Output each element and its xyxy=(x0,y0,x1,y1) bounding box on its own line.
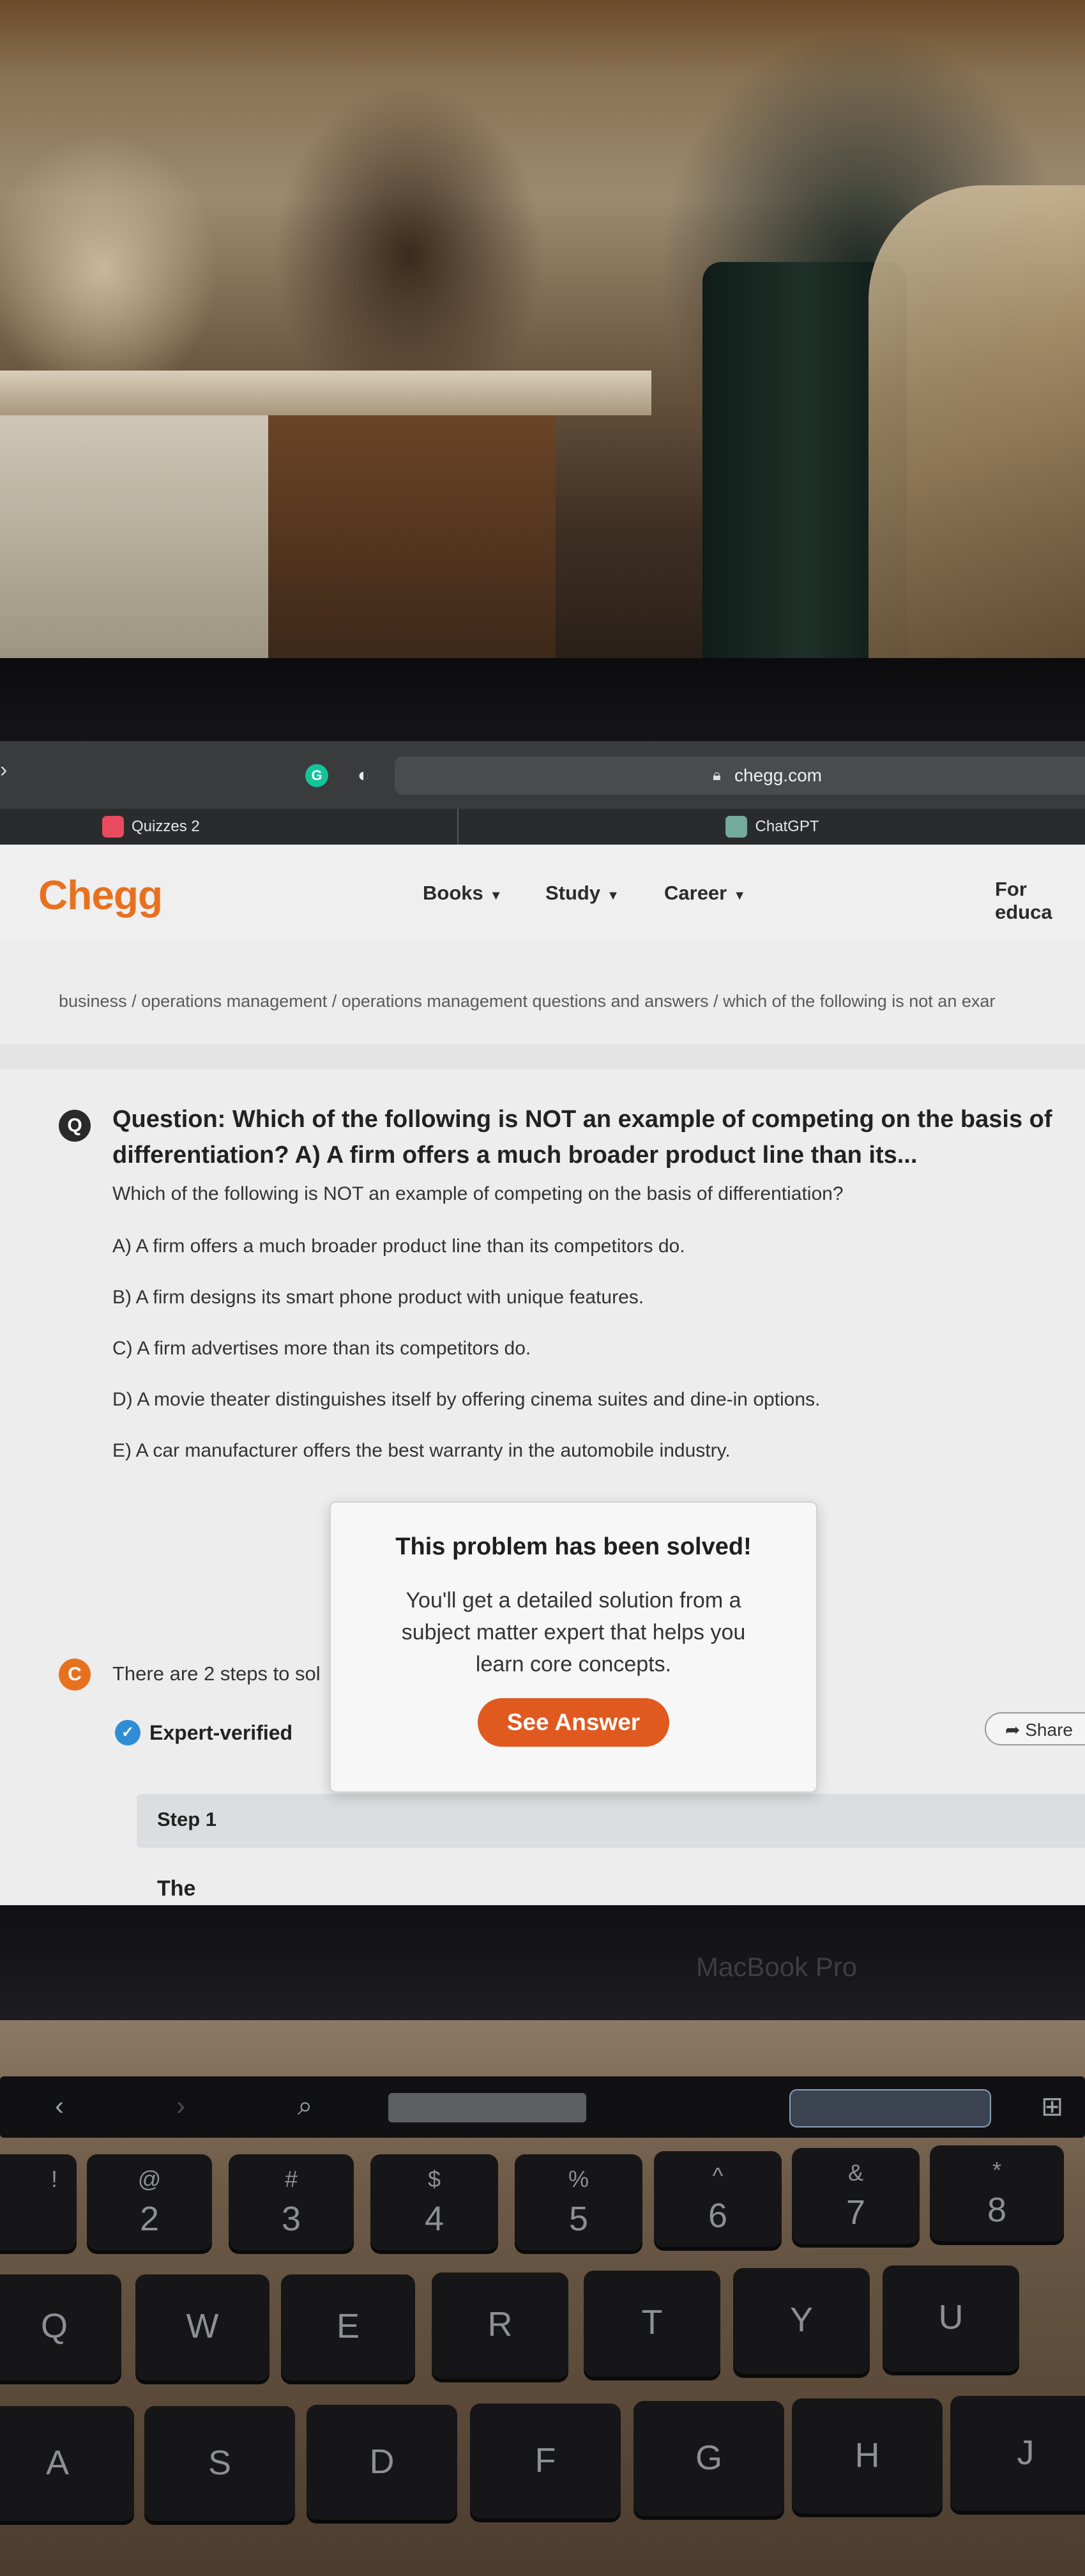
chegg-answer-badge-icon: C xyxy=(59,1659,91,1690)
verified-check-icon: ✓ xyxy=(115,1720,140,1745)
chatgpt-favicon-icon xyxy=(725,816,748,838)
forward-arrow-icon[interactable]: › xyxy=(176,2090,185,2121)
back-arrow-icon[interactable]: ‹ xyxy=(55,2090,64,2121)
caret-down-icon: ▼ xyxy=(607,889,619,903)
laptop-top-bezel xyxy=(0,658,1085,741)
share-icon: ➦ xyxy=(1005,1720,1026,1740)
key-f[interactable]: F xyxy=(470,2404,621,2518)
key-2[interactable]: @ 2 xyxy=(87,2154,212,2250)
key-1[interactable]: ! xyxy=(0,2154,77,2250)
caret-down-icon: ▼ xyxy=(489,889,503,903)
key-6[interactable]: ^ 6 xyxy=(654,2151,782,2247)
key-d[interactable]: D xyxy=(307,2405,457,2520)
laptop-bottom-bezel xyxy=(0,1905,1085,2020)
step-text: The xyxy=(157,1876,196,1901)
kitchen-counter xyxy=(0,371,651,415)
sidebar-chevron-icon[interactable]: › xyxy=(0,758,7,783)
address-bar[interactable]: 🔒︎ chegg.com xyxy=(395,756,1085,795)
tab-label: Quizzes 2 xyxy=(132,818,200,835)
section-divider xyxy=(0,1044,1085,1070)
chegg-logo[interactable]: Chegg xyxy=(38,871,163,919)
tab-quizzes[interactable]: Quizzes 2 xyxy=(0,809,459,845)
touchbar-address-field[interactable] xyxy=(388,2093,586,2122)
key-h[interactable]: H xyxy=(792,2398,943,2513)
key-7[interactable]: & 7 xyxy=(792,2148,920,2244)
key-w[interactable]: W xyxy=(135,2274,269,2380)
nav-for-educators[interactable]: For educa xyxy=(995,878,1085,924)
question-prompt: Which of the following is NOT an example… xyxy=(112,1183,844,1204)
new-tab-icon[interactable]: ⊞ xyxy=(1041,2090,1063,2122)
key-q[interactable]: Q xyxy=(0,2274,121,2380)
key-3[interactable]: # 3 xyxy=(229,2154,354,2250)
caret-down-icon: ▼ xyxy=(733,889,747,903)
steps-count-text: There are 2 steps to sol xyxy=(112,1662,321,1685)
tab-strip: Quizzes 2 ChatGPT xyxy=(0,809,1085,846)
chegg-page: Chegg Books ▼ Study ▼ Career ▼ For educa bu… xyxy=(0,845,1085,1905)
wooden-chair xyxy=(869,185,1085,658)
key-5[interactable]: % 5 xyxy=(515,2154,642,2250)
key-4[interactable]: $ 4 xyxy=(370,2154,498,2250)
nav-books-label: Books xyxy=(423,882,483,904)
see-answer-button[interactable]: See Answer xyxy=(478,1698,669,1747)
option-e: E) A car manufacturer offers the best wa… xyxy=(112,1440,731,1461)
dishwasher xyxy=(0,415,275,658)
key-a[interactable]: A xyxy=(0,2406,134,2521)
solved-paywall-modal: This problem has been solved! You'll get… xyxy=(330,1501,817,1793)
option-a: A) A firm offers a much broader product … xyxy=(112,1236,685,1257)
option-d: D) A movie theater distinguishes itself … xyxy=(112,1389,821,1410)
key-r[interactable]: R xyxy=(432,2273,568,2379)
tab-chatgpt[interactable]: ChatGPT xyxy=(460,809,1085,845)
quizlet-favicon-icon xyxy=(102,816,124,838)
share-button[interactable]: ➦ Share xyxy=(985,1712,1085,1745)
lock-icon: 🔒︎ xyxy=(713,767,721,784)
key-g[interactable]: G xyxy=(634,2401,784,2516)
question-badge-icon: Q xyxy=(59,1110,91,1142)
touchbar-tab-preview[interactable] xyxy=(789,2089,991,2128)
browser-toolbar: › G ◐ 🔒︎ chegg.com xyxy=(0,741,1085,809)
keyboard-deck: ‹ › ⌕ ⊞ ! @ 2 # 3 $ 4 % 5 ^ 6 & 7 * 8 Q … xyxy=(0,2020,1085,2576)
key-y[interactable]: Y xyxy=(733,2268,870,2374)
tab-label: ChatGPT xyxy=(755,818,819,835)
privacy-shield-icon[interactable]: ◐ xyxy=(353,764,374,787)
step-1-header[interactable]: Step 1 xyxy=(137,1794,1085,1848)
key-u[interactable]: U xyxy=(883,2266,1019,2372)
wood-cabinet xyxy=(268,415,556,658)
search-icon[interactable]: ⌕ xyxy=(298,2090,313,2122)
grammarly-extension-icon[interactable]: G xyxy=(305,764,328,787)
breadcrumb[interactable]: business / operations management / opera… xyxy=(59,992,1085,1011)
question-title: Question: Which of the following is NOT … xyxy=(112,1106,1052,1169)
modal-body: You'll get a detailed solution from a su… xyxy=(401,1588,746,1676)
expert-verified: ✓ Expert-verified xyxy=(115,1720,292,1745)
key-j[interactable]: J xyxy=(950,2396,1085,2511)
option-c: C) A firm advertises more than its compe… xyxy=(112,1338,531,1359)
key-8[interactable]: * 8 xyxy=(930,2145,1064,2241)
modal-title: This problem has been solved! xyxy=(395,1533,752,1560)
background-room-photo xyxy=(0,0,1085,658)
share-label: Share xyxy=(1025,1720,1073,1740)
key-s[interactable]: S xyxy=(144,2406,295,2521)
nav-study-label: Study xyxy=(545,882,601,904)
nav-study[interactable]: Study ▼ xyxy=(545,882,619,905)
nav-books[interactable]: Books ▼ xyxy=(423,882,503,905)
step-1-label: Step 1 xyxy=(157,1808,217,1830)
expert-verified-label: Expert-verified xyxy=(149,1721,293,1744)
url-text: chegg.com xyxy=(734,765,822,785)
key-e[interactable]: E xyxy=(281,2274,415,2380)
touch-bar: ‹ › ⌕ ⊞ xyxy=(0,2076,1085,2138)
key-t[interactable]: T xyxy=(584,2271,720,2377)
nav-career-label: Career xyxy=(664,882,727,904)
nav-career[interactable]: Career ▼ xyxy=(664,882,746,905)
site-header: Chegg Books ▼ Study ▼ Career ▼ For educa xyxy=(0,845,1085,940)
macbook-label: MacBook Pro xyxy=(696,1952,858,1982)
option-b: B) A firm designs its smart phone produc… xyxy=(112,1287,644,1308)
